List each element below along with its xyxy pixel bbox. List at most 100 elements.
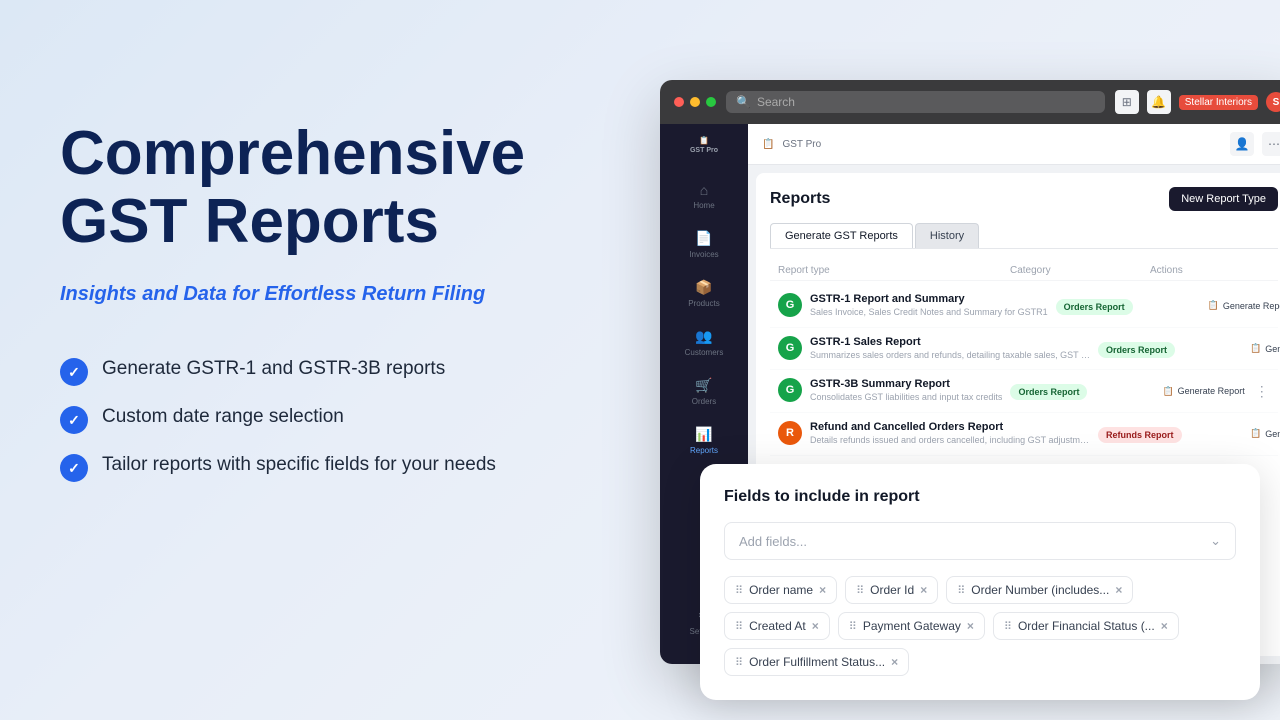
table-header: Report type Category Actions — [770, 261, 1278, 281]
remove-order-id[interactable]: × — [920, 583, 927, 597]
sidebar-item-invoices[interactable]: 📄 Invoices — [660, 222, 748, 267]
report-icon-refund: R — [778, 421, 802, 445]
feature-text-1: Generate GSTR-1 and GSTR-3B reports — [102, 356, 445, 383]
generate-btn-2[interactable]: 📋 Generate Report — [1246, 341, 1280, 356]
remove-order-number[interactable]: × — [1115, 583, 1122, 597]
sidebar-label-invoices: Invoices — [689, 250, 718, 259]
fields-add-input[interactable]: Add fields... ⌄ — [724, 522, 1236, 560]
remove-order-name[interactable]: × — [819, 583, 826, 597]
sidebar-item-products[interactable]: 📦 Products — [660, 271, 748, 316]
drag-handle-created-at[interactable]: ⠿ — [735, 620, 743, 633]
col-actions: Actions — [1150, 265, 1270, 276]
feature-text-3: Tailor reports with specific fields for … — [102, 452, 496, 479]
col-category: Category — [1010, 265, 1150, 276]
table-row: G GSTR-1 Sales Report Summarizes sales o… — [770, 328, 1278, 371]
field-tag-payment-gateway: ⠿ Payment Gateway × — [838, 612, 985, 640]
sidebar-label-customers: Customers — [685, 348, 724, 357]
sidebar-label-home: Home — [693, 201, 714, 210]
report-info-2: G GSTR-1 Sales Report Summarizes sales o… — [778, 336, 1090, 362]
store-avatar: S — [1266, 92, 1280, 112]
field-tag-order-financial-status: ⠿ Order Financial Status (... × — [993, 612, 1179, 640]
app-breadcrumb-icon: 📋 — [762, 139, 774, 150]
fields-modal-title: Fields to include in report — [724, 488, 1236, 506]
tag-label-order-number: Order Number (includes... — [971, 583, 1109, 597]
remove-payment-gateway[interactable]: × — [967, 619, 974, 633]
reports-icon: 📊 — [695, 426, 712, 443]
search-text: Search — [757, 95, 795, 109]
dot-green[interactable] — [706, 97, 716, 107]
actions-4: 📋 Generate Report ⋮ — [1246, 425, 1280, 442]
drag-handle-order-name[interactable]: ⠿ — [735, 584, 743, 597]
user-icon[interactable]: 👤 — [1230, 132, 1254, 156]
tab-history[interactable]: History — [915, 223, 979, 248]
drag-handle-order-id[interactable]: ⠿ — [856, 584, 864, 597]
field-tag-order-name: ⠿ Order name × — [724, 576, 837, 604]
badge-1: Orders Report — [1056, 299, 1133, 315]
drag-handle-order-fulfillment[interactable]: ⠿ — [735, 656, 743, 669]
sidebar-item-orders[interactable]: 🛒 Orders — [660, 369, 748, 414]
tag-label-order-fulfillment: Order Fulfillment Status... — [749, 655, 885, 669]
report-icon-gstr3b: G — [778, 378, 802, 402]
tag-label-order-financial: Order Financial Status (... — [1018, 619, 1155, 633]
feature-item-1: Generate GSTR-1 and GSTR-3B reports — [60, 356, 580, 386]
report-desc-1: Sales Invoice, Sales Credit Notes and Su… — [810, 307, 1048, 319]
fields-modal: Fields to include in report Add fields..… — [700, 464, 1260, 700]
sidebar-item-home[interactable]: ⌂ Home — [660, 174, 748, 218]
store-badge: Stellar Interiors — [1179, 95, 1258, 110]
remove-order-financial[interactable]: × — [1161, 619, 1168, 633]
app-topbar: 📋 GST Pro 👤 ⋯ — [748, 124, 1280, 165]
report-name-1: GSTR-1 Report and Summary — [810, 293, 1048, 305]
dot-red[interactable] — [674, 97, 684, 107]
more-menu-3[interactable]: ⋮ — [1255, 383, 1269, 400]
field-tag-created-at: ⠿ Created At × — [724, 612, 830, 640]
sidebar-label-reports: Reports — [690, 446, 718, 455]
feature-text-2: Custom date range selection — [102, 404, 344, 431]
table-row: R Refund and Cancelled Orders Report Det… — [770, 413, 1278, 456]
remove-order-fulfillment[interactable]: × — [891, 655, 898, 669]
subtitle: Insights and Data for Effortless Return … — [60, 280, 580, 308]
sidebar-item-customers[interactable]: 👥 Customers — [660, 320, 748, 365]
check-icon-1 — [60, 358, 88, 386]
more-icon[interactable]: ⋯ — [1262, 132, 1280, 156]
browser-right-icons: ⊞ 🔔 Stellar Interiors S — [1115, 90, 1280, 114]
drag-handle-order-number[interactable]: ⠿ — [957, 584, 965, 597]
browser-icon-1[interactable]: ⊞ — [1115, 90, 1139, 114]
report-desc-2: Summarizes sales orders and refunds, det… — [810, 350, 1090, 362]
features-list: Generate GSTR-1 and GSTR-3B reports Cust… — [60, 356, 580, 482]
generate-btn-3[interactable]: 📋 Generate Report — [1158, 384, 1248, 399]
table-row: G GSTR-3B Summary Report Consolidates GS… — [770, 370, 1278, 413]
browser-search-bar[interactable]: 🔍 Search — [726, 91, 1105, 113]
orders-icon: 🛒 — [695, 377, 712, 394]
feature-item-2: Custom date range selection — [60, 404, 580, 434]
field-tag-order-number: ⠿ Order Number (includes... × — [946, 576, 1133, 604]
new-report-type-button[interactable]: New Report Type — [1169, 187, 1278, 211]
reports-tabs: Generate GST Reports History — [770, 223, 1278, 249]
generate-icon-4: 📋 — [1250, 428, 1261, 439]
dot-yellow[interactable] — [690, 97, 700, 107]
generate-btn-1[interactable]: 📋 Generate Report — [1204, 298, 1280, 313]
home-icon: ⌂ — [700, 182, 708, 198]
report-name-3: GSTR-3B Summary Report — [810, 378, 1002, 390]
main-title: Comprehensive GST Reports — [60, 120, 580, 256]
report-desc-4: Details refunds issued and orders cancel… — [810, 435, 1090, 447]
report-info-4: R Refund and Cancelled Orders Report Det… — [778, 421, 1090, 447]
generate-icon-1: 📋 — [1208, 300, 1219, 311]
search-icon: 🔍 — [736, 95, 751, 109]
invoices-icon: 📄 — [695, 230, 712, 247]
sidebar-label-orders: Orders — [692, 397, 716, 406]
generate-btn-4[interactable]: 📋 Generate Report — [1246, 426, 1280, 441]
report-info-1: G GSTR-1 Report and Summary Sales Invoic… — [778, 293, 1048, 319]
feature-item-3: Tailor reports with specific fields for … — [60, 452, 580, 482]
col-report-type: Report type — [778, 265, 1010, 276]
drag-handle-payment-gateway[interactable]: ⠿ — [849, 620, 857, 633]
tag-label-order-name: Order name — [749, 583, 813, 597]
actions-3: 📋 Generate Report ⋮ — [1158, 383, 1278, 400]
field-tag-order-id: ⠿ Order Id × — [845, 576, 938, 604]
browser-icon-2[interactable]: 🔔 — [1147, 90, 1171, 114]
remove-created-at[interactable]: × — [812, 619, 819, 633]
browser-dots — [674, 97, 716, 107]
tab-generate[interactable]: Generate GST Reports — [770, 223, 913, 248]
drag-handle-order-financial[interactable]: ⠿ — [1004, 620, 1012, 633]
sidebar-item-reports[interactable]: 📊 Reports — [660, 418, 748, 463]
browser-chrome: 🔍 Search ⊞ 🔔 Stellar Interiors S — [660, 80, 1280, 124]
